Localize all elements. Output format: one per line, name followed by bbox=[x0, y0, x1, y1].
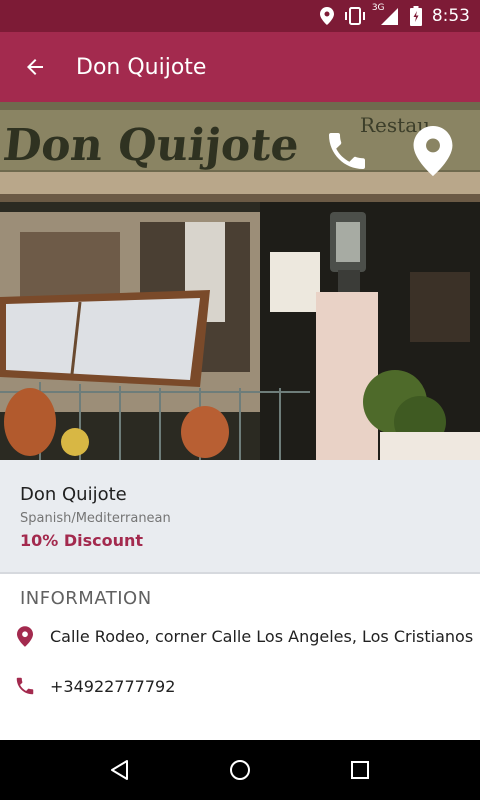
battery-icon bbox=[409, 6, 422, 26]
address-row[interactable]: Calle Rodeo, corner Calle Los Angeles, L… bbox=[0, 616, 480, 656]
nav-recents-button[interactable] bbox=[330, 740, 390, 800]
restaurant-cuisine: Spanish/Mediterranean bbox=[20, 511, 171, 526]
location-icon bbox=[319, 7, 334, 25]
status-bar: 3G 8:53 bbox=[0, 0, 480, 32]
phone-icon bbox=[16, 677, 34, 695]
recents-square-icon bbox=[351, 761, 369, 779]
divider bbox=[0, 572, 480, 574]
phone-icon bbox=[329, 133, 365, 169]
nav-home-button[interactable] bbox=[210, 740, 270, 800]
system-nav-bar bbox=[0, 740, 480, 800]
restaurant-photo: Don Quijote Restau bbox=[0, 102, 480, 460]
arrow-back-icon bbox=[27, 59, 43, 75]
discount-label: 10% Discount bbox=[20, 531, 144, 550]
vibrate-icon bbox=[344, 7, 365, 25]
back-triangle-icon bbox=[111, 760, 128, 780]
restaurant-summary-card: Don Quijote Spanish/Mediterranean 10% Di… bbox=[0, 460, 480, 572]
call-button[interactable] bbox=[322, 126, 372, 176]
signal-icon: 3G bbox=[372, 3, 400, 26]
back-button[interactable] bbox=[0, 32, 70, 102]
location-pin-icon bbox=[413, 126, 453, 176]
restaurant-name: Don Quijote bbox=[20, 484, 127, 505]
app-bar: Don Quijote bbox=[0, 32, 480, 102]
nav-back-button[interactable] bbox=[90, 740, 150, 800]
address-text: Calle Rodeo, corner Calle Los Angeles, L… bbox=[50, 626, 474, 646]
page-title: Don Quijote bbox=[76, 54, 207, 80]
home-circle-icon bbox=[230, 760, 250, 780]
map-button[interactable] bbox=[408, 126, 458, 176]
information-heading: INFORMATION bbox=[20, 588, 152, 609]
status-time: 8:53 bbox=[431, 6, 470, 26]
phone-text: +34922777792 bbox=[50, 676, 176, 696]
phone-row[interactable]: +34922777792 bbox=[0, 666, 480, 706]
location-pin-icon bbox=[17, 625, 33, 647]
svg-text:Don Quijote: Don Quijote bbox=[1, 120, 302, 171]
